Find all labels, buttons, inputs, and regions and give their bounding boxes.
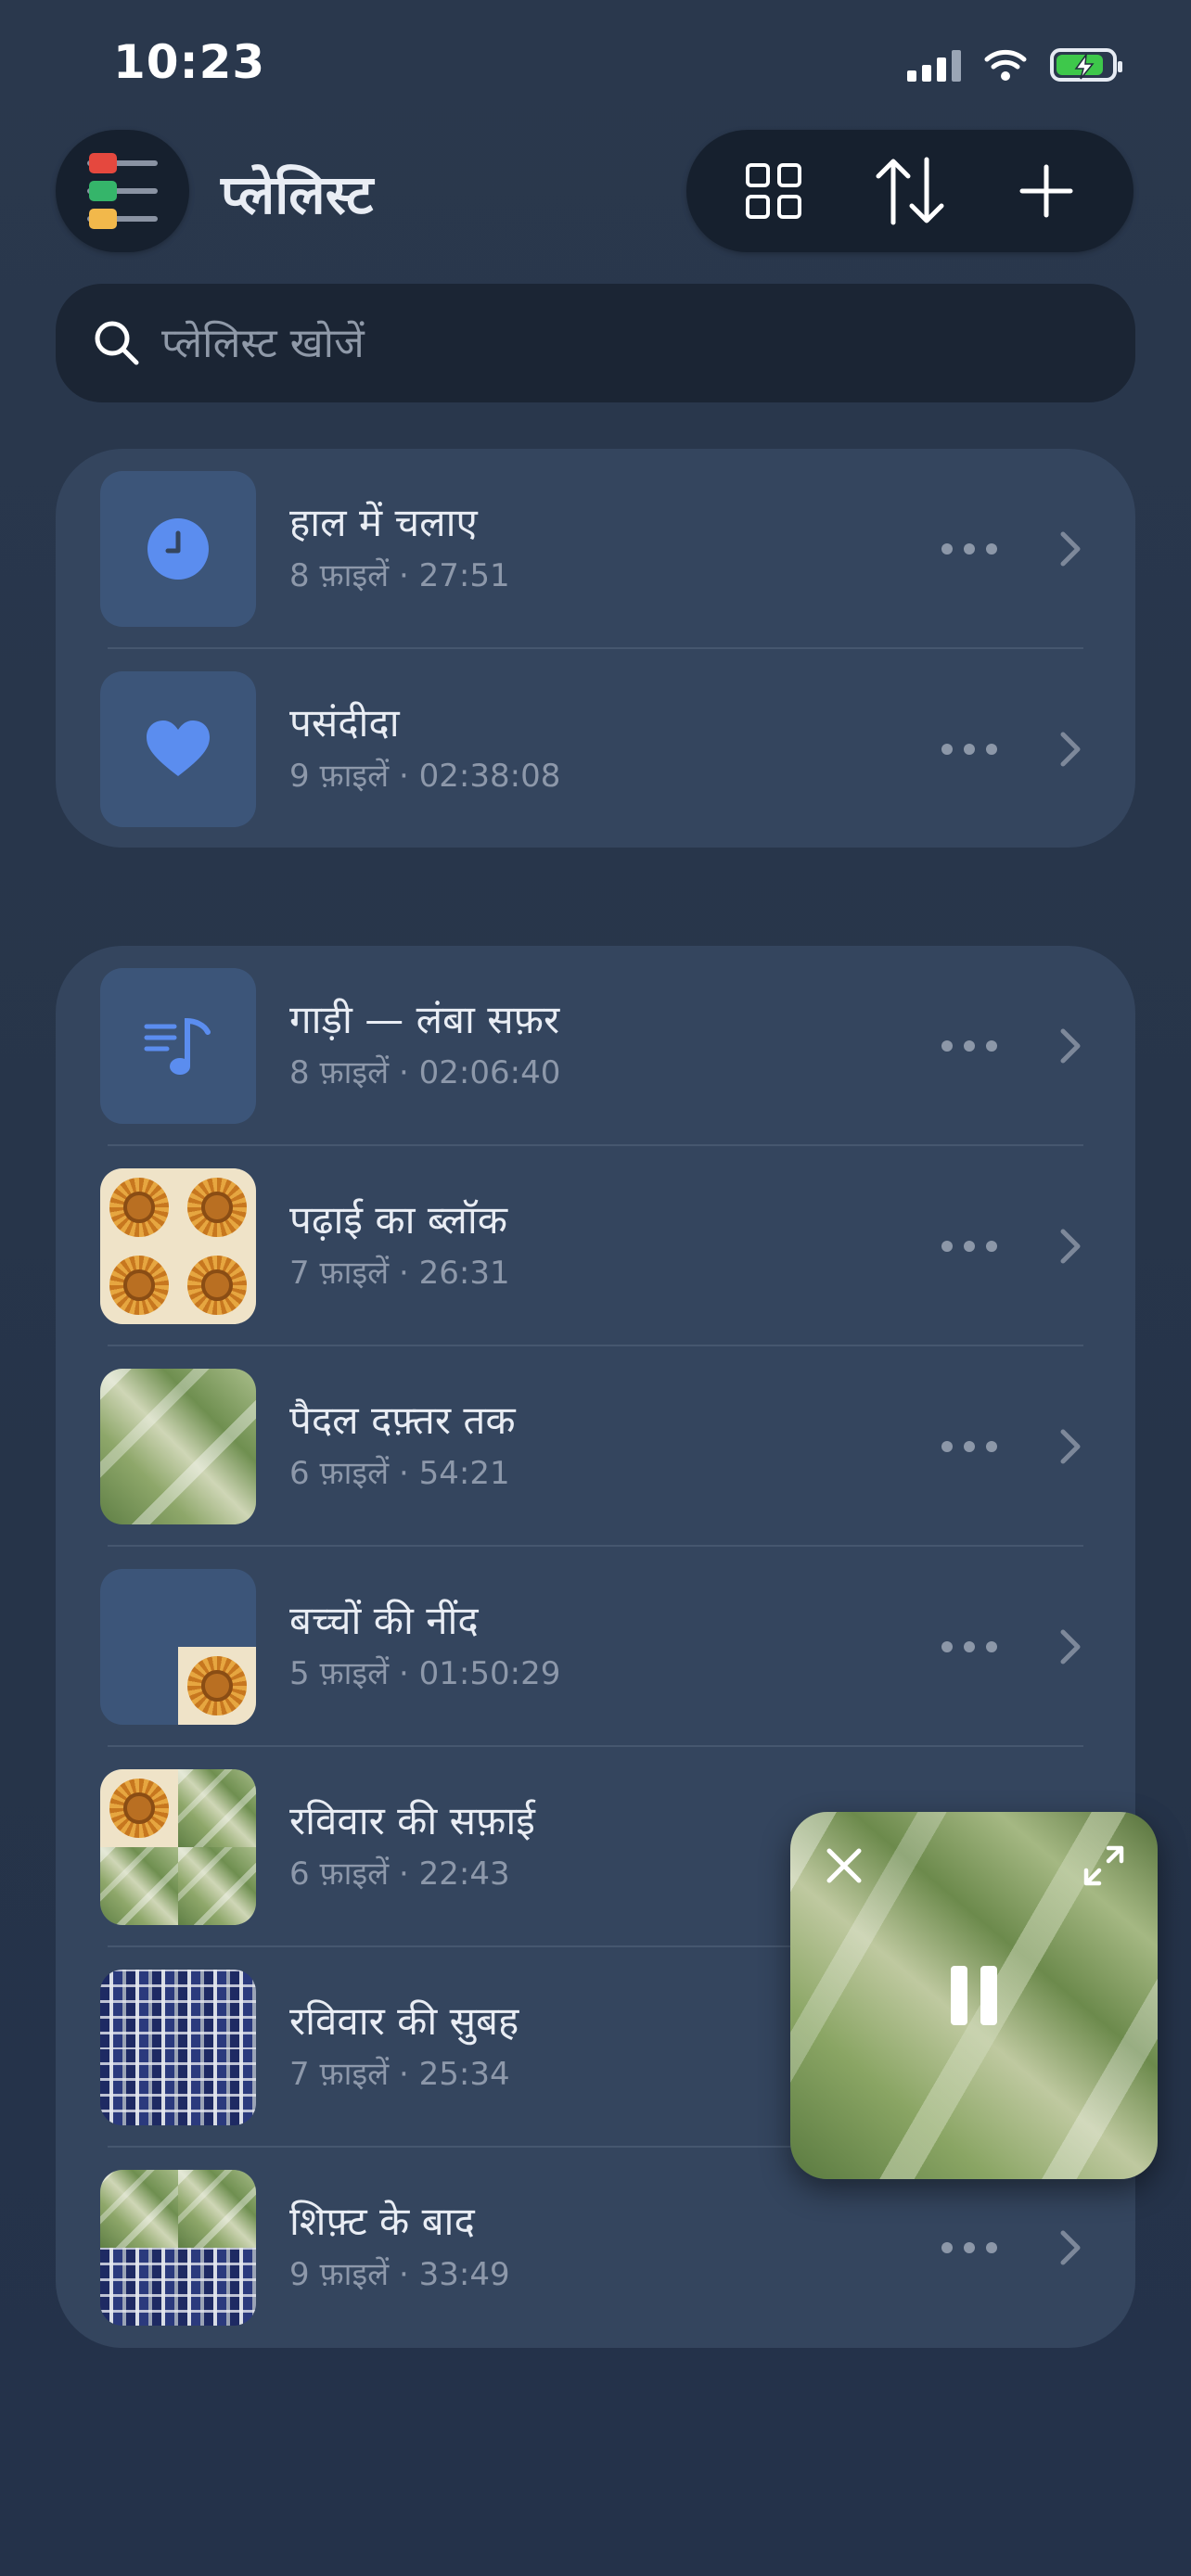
expand-button[interactable] bbox=[1078, 1840, 1130, 1892]
pause-button[interactable] bbox=[944, 1966, 1004, 2025]
menu-chip-red bbox=[89, 153, 117, 173]
battery-icon bbox=[1050, 48, 1122, 82]
more-options-button[interactable] bbox=[928, 2220, 1011, 2276]
chevron-right-icon bbox=[1043, 721, 1098, 777]
header-toolbar bbox=[686, 130, 1133, 252]
search-bar bbox=[56, 284, 1135, 402]
playlist-row[interactable]: बच्चों की नींद 5 फ़ाइलें · 01:50:29 bbox=[56, 1547, 1135, 1747]
more-options-button[interactable] bbox=[928, 1218, 1011, 1274]
music-list-icon bbox=[144, 1017, 211, 1075]
status-bar: 10:23 bbox=[0, 0, 1191, 134]
system-playlists-card: हाल में चलाए 8 फ़ाइलें · 27:51 पसंदीदा 9… bbox=[56, 449, 1135, 848]
playlist-artwork bbox=[100, 1569, 256, 1725]
playlist-title: पढ़ाई का ब्लॉक bbox=[289, 1197, 508, 1243]
mini-player[interactable] bbox=[790, 1812, 1158, 2179]
playlist-title: गाड़ी — लंबा सफ़र bbox=[289, 997, 560, 1042]
playlist-row[interactable]: गाड़ी — लंबा सफ़र 8 फ़ाइलें · 02:06:40 bbox=[56, 946, 1135, 1146]
status-time: 10:23 bbox=[113, 35, 266, 89]
clock-icon bbox=[147, 518, 209, 580]
status-icons bbox=[907, 48, 1122, 82]
page-title: प्लेलिस्ट bbox=[221, 163, 374, 226]
sort-icon bbox=[876, 157, 944, 225]
grid-icon bbox=[745, 163, 801, 219]
playlist-title: रविवार की सुबह bbox=[289, 1998, 519, 2044]
playlist-title: हाल में चलाए bbox=[289, 500, 478, 545]
chevron-right-icon bbox=[1043, 1419, 1098, 1474]
playlist-artwork bbox=[100, 1769, 256, 1925]
playlist-meta: 7 फ़ाइलें · 25:34 bbox=[289, 2056, 510, 2093]
menu-button[interactable] bbox=[56, 130, 189, 252]
menu-chip-yellow bbox=[89, 209, 117, 229]
playlist-row[interactable]: पसंदीदा 9 फ़ाइलें · 02:38:08 bbox=[56, 649, 1135, 849]
playlist-title: पसंदीदा bbox=[289, 700, 400, 746]
playlist-meta: 5 फ़ाइलें · 01:50:29 bbox=[289, 1655, 561, 1692]
sort-button[interactable] bbox=[864, 145, 956, 237]
chevron-right-icon bbox=[1043, 1218, 1098, 1274]
playlist-row[interactable]: पढ़ाई का ब्लॉक 7 फ़ाइलें · 26:31 bbox=[56, 1146, 1135, 1346]
playlist-title: शिफ़्ट के बाद bbox=[289, 2199, 475, 2244]
chevron-right-icon bbox=[1043, 2220, 1098, 2276]
playlist-meta: 6 फ़ाइलें · 54:21 bbox=[289, 1455, 510, 1492]
playlist-artwork bbox=[100, 1168, 256, 1324]
more-options-button[interactable] bbox=[928, 521, 1011, 577]
playlist-thumbnail bbox=[100, 471, 256, 627]
more-options-button[interactable] bbox=[928, 721, 1011, 777]
playlist-artwork bbox=[100, 2170, 256, 2326]
playlist-meta: 9 फ़ाइलें · 33:49 bbox=[289, 2256, 510, 2293]
chevron-right-icon bbox=[1043, 521, 1098, 577]
playlist-title: बच्चों की नींद bbox=[289, 1598, 479, 1643]
playlist-row[interactable]: हाल में चलाए 8 फ़ाइलें · 27:51 bbox=[56, 449, 1135, 649]
playlist-meta: 9 फ़ाइलें · 02:38:08 bbox=[289, 758, 561, 795]
playlist-thumbnail bbox=[100, 968, 256, 1124]
wifi-icon bbox=[984, 49, 1027, 81]
menu-chip-green bbox=[89, 181, 117, 201]
search-icon bbox=[95, 321, 139, 365]
grid-view-button[interactable] bbox=[727, 145, 820, 237]
more-options-button[interactable] bbox=[928, 1419, 1011, 1474]
pause-icon bbox=[951, 1966, 967, 2025]
search-input[interactable] bbox=[160, 318, 1091, 368]
heart-icon bbox=[147, 721, 210, 776]
plus-icon bbox=[1019, 164, 1073, 218]
playlist-meta: 8 फ़ाइलें · 02:06:40 bbox=[289, 1054, 561, 1091]
add-playlist-button[interactable] bbox=[1000, 145, 1093, 237]
more-options-button[interactable] bbox=[928, 1018, 1011, 1074]
playlist-artwork bbox=[100, 1369, 256, 1524]
chevron-right-icon bbox=[1043, 1018, 1098, 1074]
playlist-row[interactable]: पैदल दफ़्तर तक 6 फ़ाइलें · 54:21 bbox=[56, 1346, 1135, 1547]
close-button[interactable] bbox=[818, 1840, 870, 1892]
playlist-title: पैदल दफ़्तर तक bbox=[289, 1397, 516, 1443]
playlist-artwork bbox=[100, 1970, 256, 2125]
playlist-meta: 7 फ़ाइलें · 26:31 bbox=[289, 1255, 510, 1292]
cellular-signal-icon bbox=[907, 48, 961, 82]
playlist-meta: 8 फ़ाइलें · 27:51 bbox=[289, 557, 510, 594]
expand-icon bbox=[1083, 1845, 1124, 1886]
playlist-meta: 6 फ़ाइलें · 22:43 bbox=[289, 1855, 510, 1893]
playlist-thumbnail bbox=[100, 671, 256, 827]
chevron-right-icon bbox=[1043, 1619, 1098, 1675]
more-options-button[interactable] bbox=[928, 1619, 1011, 1675]
close-icon bbox=[826, 1848, 862, 1883]
playlist-title: रविवार की सफ़ाई bbox=[289, 1798, 535, 1843]
